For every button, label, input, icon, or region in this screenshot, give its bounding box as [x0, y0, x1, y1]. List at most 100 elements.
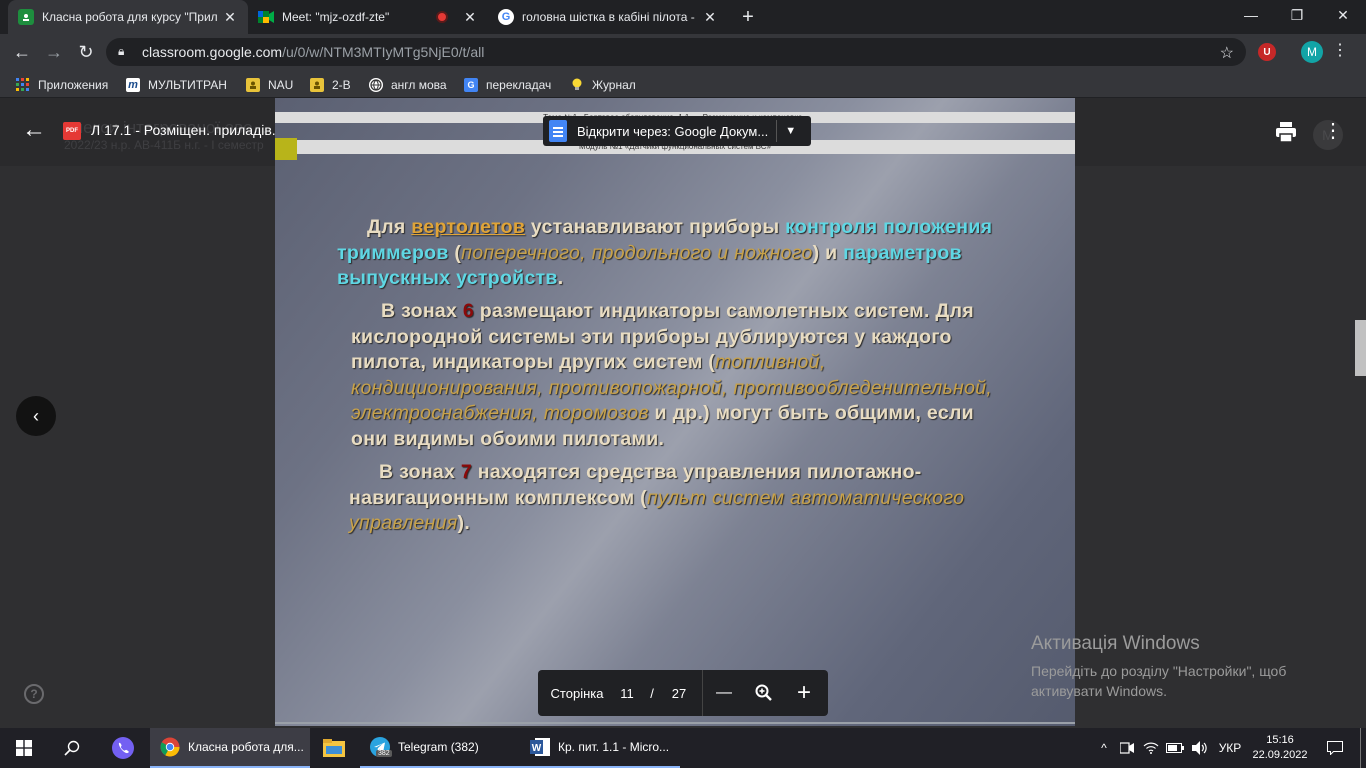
divider	[776, 120, 778, 142]
bookmark-label: 2-В	[332, 78, 351, 92]
taskbar-item-word[interactable]: W Кр. пит. 1.1 - Micro...	[520, 728, 680, 768]
file-explorer-icon[interactable]	[312, 728, 356, 768]
bookmarks-bar: Приложения m МУЛЬТИТРАН NAU 2-В англ мов…	[0, 71, 1366, 98]
bookmark-nau[interactable]: NAU	[246, 76, 293, 94]
paragraph-segment: В зонах	[381, 300, 463, 322]
folder-avatar-icon	[310, 78, 324, 92]
bookmark-2b[interactable]: 2-В	[310, 76, 351, 94]
taskbar-item-label: Telegram (382)	[398, 740, 479, 754]
tab-title: Meet: "mjz-ozdf-zte"	[282, 10, 390, 24]
svg-text:W: W	[532, 743, 542, 754]
apps-grid-icon	[16, 78, 30, 92]
chevron-left-icon: ‹	[33, 405, 39, 426]
url-path: /u/0/w/NTM3MTIyMTg5NjE0/t/all	[282, 44, 485, 60]
paragraph-helicopters: Для вертолетов устанавливают приборы кон…	[337, 215, 1037, 292]
zoom-out-button[interactable]: —	[703, 684, 745, 702]
zoom-in-button[interactable]: +	[783, 679, 825, 707]
paragraph-segment: (	[448, 241, 462, 264]
bookmark-translator[interactable]: G переклaдач	[464, 76, 551, 94]
paragraph-segment: ).	[457, 512, 471, 535]
bookmark-journal[interactable]: Журнал	[570, 76, 636, 94]
google-icon: G	[498, 9, 514, 25]
close-window-icon[interactable]: ✕	[1320, 0, 1366, 30]
paragraph-segment: 7	[460, 461, 473, 483]
tab-classroom[interactable]: Класна робота для курсу "Прил ✕	[8, 0, 248, 34]
zoom-magnifier-icon[interactable]	[745, 684, 783, 702]
more-options-icon[interactable]: ⋮	[1323, 118, 1343, 142]
folder-avatar-icon	[246, 78, 260, 92]
activation-line-1: Перейдіть до розділу "Настройки", щоб	[1031, 663, 1287, 679]
activation-title: Активація Windows	[1031, 633, 1200, 654]
restore-icon[interactable]: ❐	[1274, 0, 1320, 30]
taskbar-item-chrome[interactable]: Класна робота для...	[150, 728, 310, 768]
paragraph-segment: устанавливают приборы	[525, 216, 786, 238]
paragraph-zone-6: В зонах 6 размещают индикаторы самолетны…	[351, 299, 1011, 453]
reload-icon[interactable]: ↻	[72, 38, 100, 66]
bookmark-label: NAU	[268, 78, 294, 92]
extension-icon[interactable]: U	[1258, 43, 1276, 61]
tray-expand-icon[interactable]: ^	[1096, 728, 1112, 768]
bookmark-multitran[interactable]: m МУЛЬТИТРАН	[126, 76, 227, 94]
tab-title: Класна робота для курсу "Прил	[42, 10, 218, 24]
pdf-page: Тема №1 «Бортовое оборудование. 1.1.» «Р…	[275, 98, 1075, 726]
meet-tray-icon[interactable]	[1118, 728, 1136, 768]
recording-icon	[436, 11, 448, 23]
forward-arrow-icon[interactable]: →	[40, 38, 68, 66]
close-icon[interactable]: ✕	[702, 9, 718, 26]
search-icon[interactable]	[48, 728, 96, 768]
multitran-icon: m	[126, 78, 140, 92]
bookmark-label: Приложения	[38, 78, 109, 92]
close-icon[interactable]: ✕	[222, 9, 238, 26]
tab-meet[interactable]: Meet: "mjz-ozdf-zte" ✕	[248, 0, 488, 34]
clock-time: 15:16	[1266, 734, 1294, 746]
background-course-subtitle: 2022/23 н.р. АВ-411Б н.г. - I семестр	[64, 138, 264, 152]
print-icon[interactable]	[1272, 118, 1300, 146]
translate-icon: G	[464, 78, 478, 92]
help-icon[interactable]: ?	[24, 684, 44, 704]
telegram-icon: 382	[370, 737, 392, 757]
volume-icon[interactable]	[1190, 728, 1210, 768]
close-icon[interactable]: ✕	[462, 9, 478, 26]
language-indicator[interactable]: УКР	[1216, 728, 1244, 768]
open-with-button[interactable]: Відкрити через: Google Докум... ▼	[543, 116, 811, 146]
pdf-file-icon: PDF	[63, 122, 81, 140]
tab-google-search[interactable]: G головна шістка в кабіні пілота - ✕	[488, 0, 728, 34]
bookmark-label: МУЛЬТИТРАН	[148, 78, 227, 92]
viber-icon[interactable]	[99, 728, 147, 768]
minimize-icon[interactable]: —	[1228, 0, 1274, 30]
windows-start-icon[interactable]	[0, 728, 48, 768]
paragraph-segment: ) и	[812, 241, 844, 264]
taskbar-item-telegram[interactable]: 382 Telegram (382)	[360, 728, 520, 768]
paragraph-segment: .	[557, 267, 564, 290]
paragraph-segment: поперечного, продольного и ножного	[461, 241, 813, 264]
windows-activation-notice: Активація Windows Перейдіть до розділу "…	[1031, 633, 1286, 701]
chevron-down-icon[interactable]: ▼	[785, 125, 796, 137]
previous-file-button[interactable]: ‹	[16, 396, 56, 436]
bookmark-english[interactable]: англ мова	[369, 76, 447, 94]
page-navigation: Сторінка 11 / 27 — +	[538, 670, 828, 716]
term-link[interactable]: вертолетов	[411, 216, 525, 238]
scrollbar-thumb[interactable]	[1355, 320, 1366, 376]
back-arrow-icon[interactable]: ←	[20, 116, 48, 144]
header-logo	[275, 138, 297, 160]
menu-dots-icon[interactable]: ⋮	[1330, 40, 1350, 64]
wifi-icon[interactable]	[1142, 728, 1160, 768]
address-bar[interactable]: 🔒︎ classroom.google.com/u/0/w/NTM3MTIyMT…	[106, 38, 1246, 66]
bookmark-apps[interactable]: Приложения	[16, 76, 108, 94]
chrome-icon	[160, 737, 180, 757]
back-arrow-icon[interactable]: ←	[8, 38, 36, 66]
browser-toolbar: ← → ↻ 🔒︎ classroom.google.com/u/0/w/NTM3…	[0, 34, 1366, 71]
profile-avatar[interactable]: M	[1301, 41, 1323, 63]
open-with-label: Відкрити через: Google Докум...	[577, 123, 769, 139]
notifications-icon[interactable]	[1320, 728, 1350, 768]
star-icon[interactable]: ☆	[1220, 43, 1234, 63]
classroom-icon	[18, 9, 34, 25]
current-page-input[interactable]: 11	[616, 686, 638, 701]
pdf-badge: PDF	[66, 128, 78, 134]
clock[interactable]: 15:16 22.09.2022	[1252, 728, 1308, 768]
show-desktop-button[interactable]	[1360, 728, 1361, 768]
tab-strip: Класна робота для курсу "Прил ✕ Meet: "m…	[0, 0, 1366, 34]
new-tab-button[interactable]: +	[736, 6, 760, 28]
total-pages: 27	[671, 685, 687, 701]
battery-icon[interactable]	[1164, 728, 1186, 768]
